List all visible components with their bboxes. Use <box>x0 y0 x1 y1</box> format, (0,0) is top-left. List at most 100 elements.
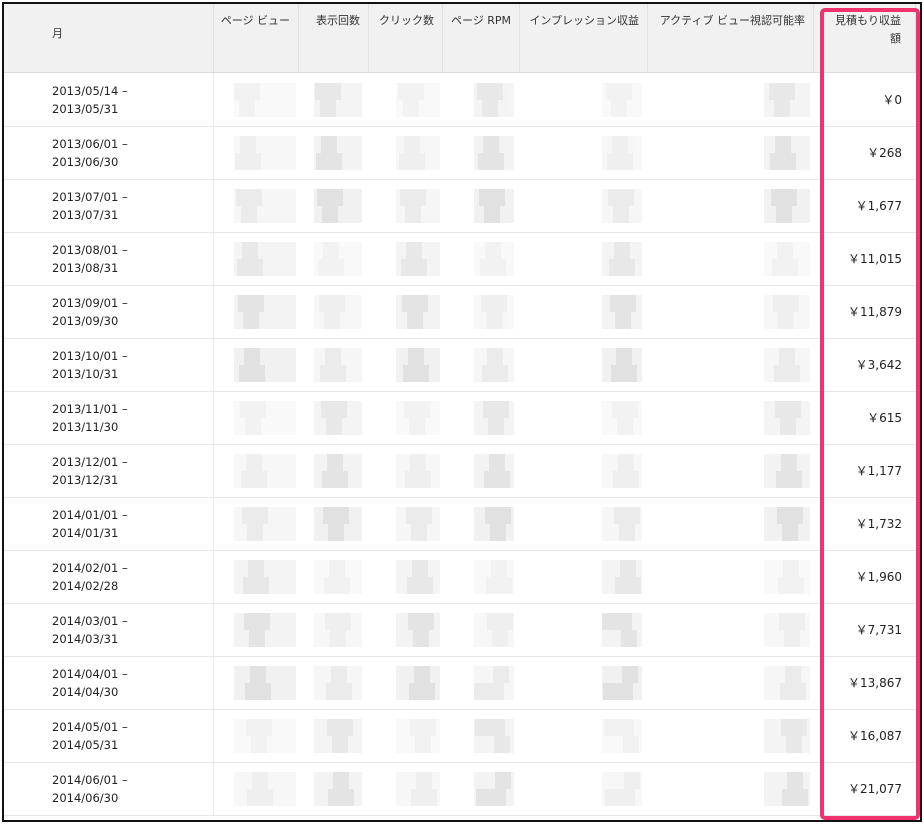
header-pageviews[interactable]: ページ ビュー <box>214 4 299 72</box>
pixel-block <box>788 577 804 594</box>
pixel-block <box>787 507 803 524</box>
month-end: 2014/04/30 <box>52 685 119 699</box>
pixel-block <box>489 454 505 471</box>
month-cell: 2014/05/01 – 2014/05/31 <box>4 709 214 762</box>
pixelated-value <box>474 83 514 117</box>
pixel-block <box>415 471 431 488</box>
pixelated-value <box>474 242 514 276</box>
pixel-block <box>248 560 264 577</box>
pixel-block <box>251 736 267 753</box>
pixel-block <box>252 772 268 789</box>
pixel-block <box>333 507 349 524</box>
pixel-block <box>625 577 641 594</box>
pixel-block <box>414 666 430 683</box>
pixel-block <box>497 613 513 630</box>
pixelated-value <box>764 719 810 753</box>
pixelated-value <box>602 295 642 329</box>
month-cell: 2013/06/01 – 2013/06/30 <box>4 126 214 179</box>
pixelated-value <box>602 83 642 117</box>
pixelated-value <box>396 454 440 488</box>
pixelated-value <box>474 560 514 594</box>
pixel-block <box>488 683 504 700</box>
pixelated-value <box>764 295 810 329</box>
pixelated-value <box>764 560 810 594</box>
pixel-block <box>406 242 422 259</box>
estimated-earnings-cell: ￥268 <box>867 146 902 160</box>
report-table-frame: 月 ページ ビュー 表示回数 クリック数 ページ RPM インプレッション収益 … <box>2 2 922 822</box>
header-active-view[interactable]: アクティブ ビュー視認可能率 <box>648 4 814 72</box>
pixel-block <box>474 683 490 700</box>
pixel-block <box>619 789 635 806</box>
pixelated-value <box>314 507 362 541</box>
pixelated-value <box>396 613 440 647</box>
header-month[interactable]: 月 <box>4 4 214 72</box>
month-start: 2013/12/01 – <box>52 455 128 469</box>
table-row: 2013/08/01 – 2013/08/31 ￥11,015 <box>4 232 920 286</box>
header-clicks[interactable]: クリック数 <box>369 4 443 72</box>
pixel-block <box>780 418 796 435</box>
month-end: 2013/09/30 <box>52 314 119 328</box>
pixel-block <box>411 524 427 541</box>
estimated-earnings-cell: ￥1,177 <box>855 464 902 478</box>
pixel-block <box>774 100 790 117</box>
header-impressions[interactable]: 表示回数 <box>299 4 369 72</box>
estimated-earnings-cell: ￥0 <box>882 93 902 107</box>
pixelated-value <box>764 454 810 488</box>
pixel-block <box>325 348 341 365</box>
pixel-block <box>489 719 505 736</box>
pixelated-value <box>764 189 810 223</box>
pixel-block <box>416 507 432 524</box>
pixelated-value <box>396 560 440 594</box>
pixel-block <box>613 206 629 223</box>
pixel-block <box>785 666 801 683</box>
estimated-earnings-cell: ￥21,077 <box>848 782 902 796</box>
pixel-block <box>778 312 794 329</box>
pixelated-value <box>474 507 514 541</box>
pixelated-value <box>602 613 642 647</box>
pixel-block <box>612 136 628 153</box>
pixel-block <box>408 83 424 100</box>
pixel-block <box>330 630 346 647</box>
pixel-block <box>615 312 631 329</box>
pixelated-value <box>396 242 440 276</box>
month-end: 2013/07/31 <box>52 208 119 222</box>
pixelated-value <box>234 507 296 541</box>
pixelated-value <box>314 295 362 329</box>
pixel-block <box>247 524 263 541</box>
estimated-earnings-cell: ￥11,015 <box>848 252 902 266</box>
pixel-block <box>786 736 802 753</box>
pixel-block <box>787 772 803 789</box>
month-end: 2014/02/28 <box>52 579 119 593</box>
pixelated-value <box>314 560 362 594</box>
pixelated-value <box>314 348 362 382</box>
pixelated-value <box>764 772 810 806</box>
header-page-rpm[interactable]: ページ RPM <box>443 4 520 72</box>
pixel-block <box>407 312 423 329</box>
pixel-block <box>491 295 507 312</box>
pixelated-value <box>314 613 362 647</box>
pixel-block <box>408 348 424 365</box>
pixel-block <box>489 189 505 206</box>
pixel-block <box>785 401 801 418</box>
pixel-block <box>494 736 510 753</box>
header-estimated-earnings[interactable]: 見積もり収益額 <box>824 4 916 72</box>
pixel-block <box>475 719 491 736</box>
month-cell: 2013/09/01 – 2013/09/30 <box>4 285 214 338</box>
month-end: 2013/12/31 <box>52 473 119 487</box>
pixel-block <box>621 630 637 647</box>
pixelated-value <box>602 348 642 382</box>
pixel-block <box>604 719 620 736</box>
pixel-block <box>616 348 632 365</box>
table-header: 月 ページ ビュー 表示回数 クリック数 ページ RPM インプレッション収益 … <box>4 4 920 73</box>
month-cell: 2014/06/01 – 2014/06/30 <box>4 762 214 815</box>
pixelated-value <box>602 507 642 541</box>
month-cell: 2013/11/01 – 2013/11/30 <box>4 391 214 444</box>
header-impression-revenue[interactable]: インプレッション収益 <box>520 4 648 72</box>
pixelated-value <box>314 136 362 170</box>
pixel-block <box>331 401 347 418</box>
pixelated-value <box>234 454 296 488</box>
pixelated-value <box>474 719 514 753</box>
month-cell: 2014/04/01 – 2014/04/30 <box>4 656 214 709</box>
pixel-block <box>784 630 800 647</box>
pixel-block <box>622 401 638 418</box>
